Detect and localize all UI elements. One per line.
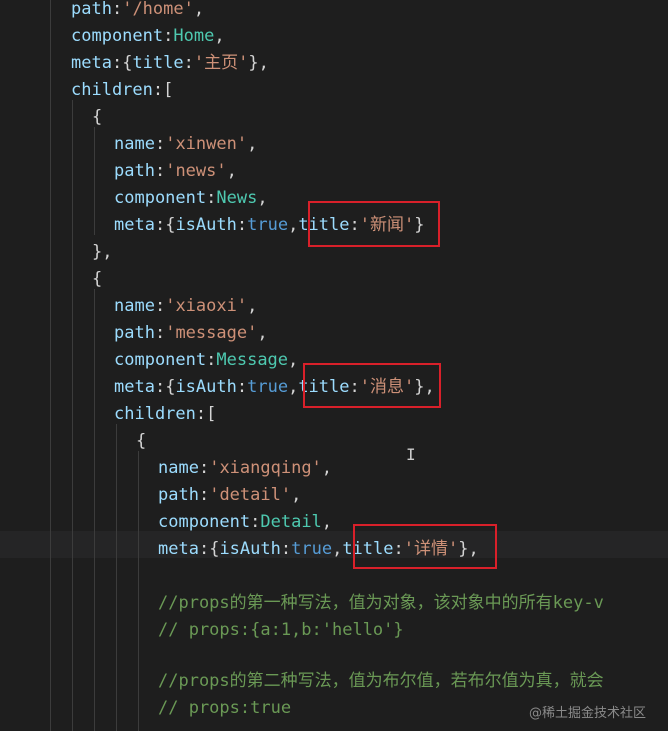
annotation-box-message-title — [303, 363, 441, 408]
property-key: path — [71, 0, 112, 19]
string-value: '/home' — [122, 0, 194, 19]
code-line: meta:{title:'主页'}, — [71, 53, 269, 73]
code-line: component:Home, — [71, 26, 225, 46]
code-line: path:'detail', — [158, 485, 302, 505]
code-line: }, — [92, 242, 113, 262]
indent-guide — [94, 127, 95, 235]
code-comment: //props的第二种写法，值为布尔值，若布尔值为真，就会 — [158, 671, 604, 691]
annotation-box-detail-title — [353, 524, 497, 569]
text-cursor-icon: I — [406, 445, 416, 464]
code-comment: // props:{a:1,b:'hello'} — [158, 620, 404, 640]
code-line: component:News, — [114, 188, 268, 208]
code-editor[interactable]: path:'/home', component:Home, meta:{titl… — [0, 0, 668, 731]
code-line: { — [92, 269, 103, 289]
indent-guide — [50, 0, 51, 731]
indent-guide — [116, 424, 117, 731]
code-comment: //props的第一种写法，值为对象，该对象中的所有key-v — [158, 593, 604, 613]
indent-guide — [72, 100, 73, 731]
code-line: children:[ — [114, 404, 217, 424]
code-line: name:'xinwen', — [114, 134, 258, 154]
indent-guide — [94, 289, 95, 731]
indent-guide — [138, 451, 139, 731]
code-comment: // props:true — [158, 698, 292, 718]
code-line: path:'/home', — [71, 0, 205, 19]
code-line: name:'xiaoxi', — [114, 296, 258, 316]
code-line: { — [136, 431, 147, 451]
component-value: Home — [173, 26, 215, 46]
watermark: @稀土掘金技术社区 — [528, 706, 646, 721]
boolean-value: true — [247, 215, 289, 235]
code-line: component:Message, — [114, 350, 299, 370]
code-line: path:'news', — [114, 161, 237, 181]
code-line: name:'xiangqing', — [158, 458, 333, 478]
code-line: { — [92, 107, 103, 127]
code-line: path:'message', — [114, 323, 268, 343]
code-line: children:[ — [71, 80, 174, 100]
code-line: component:Detail, — [158, 512, 333, 532]
annotation-box-news-title — [308, 201, 440, 247]
